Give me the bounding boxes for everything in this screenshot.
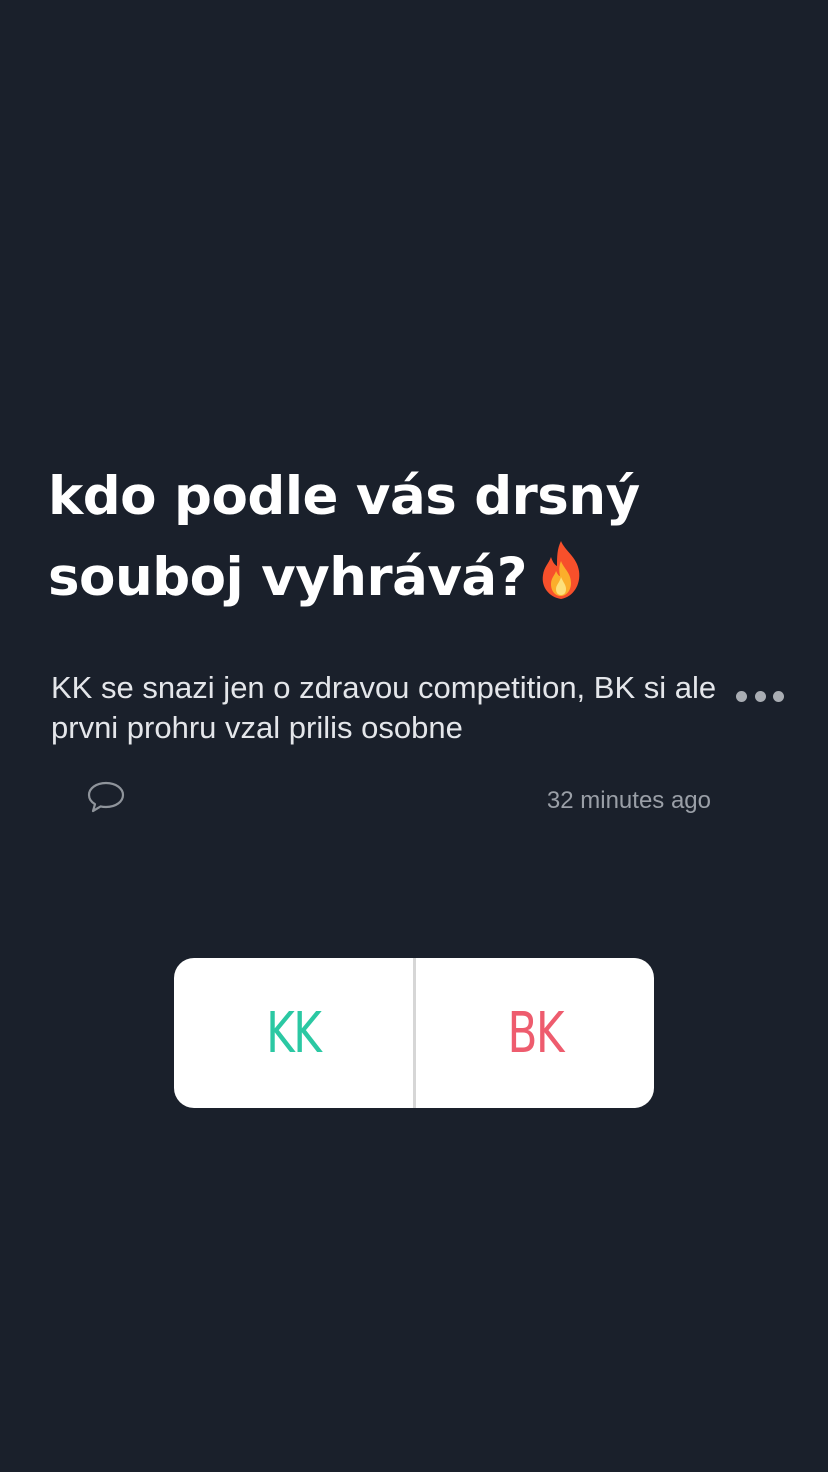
more-dot [773, 690, 784, 702]
post-timestamp: 32 minutes ago [546, 787, 711, 814]
more-dot [736, 690, 747, 702]
poll-divider [412, 958, 416, 1108]
poll-option-bk[interactable]: BK [442, 958, 628, 1108]
poll-option-kk[interactable]: KK [200, 958, 386, 1108]
story-title: kdo podle vás drsný souboj vyhrává? [48, 456, 788, 618]
more-dot [754, 690, 766, 702]
poll-sticker: KK BK [174, 958, 654, 1108]
more-options-button[interactable] [736, 684, 784, 708]
comment-bubble-icon[interactable] [86, 780, 126, 814]
fire-emoji-icon [542, 541, 580, 599]
story-caption: KK se snazi jen o zdravou competition, B… [51, 670, 717, 745]
